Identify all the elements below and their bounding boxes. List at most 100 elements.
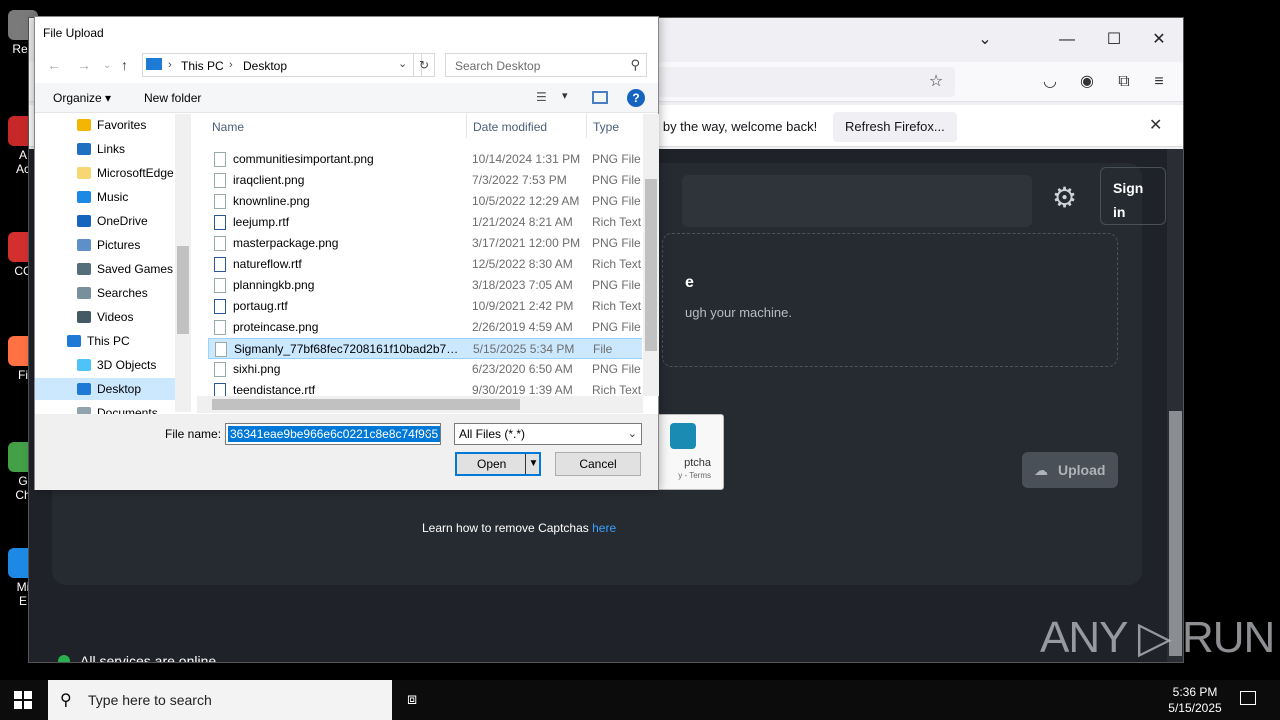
navigation-scroll-thumb[interactable] [177,246,189,334]
status-indicator: All services are online [58,653,217,663]
minimize-button[interactable]: — [1057,30,1077,50]
preview-pane-icon[interactable] [592,91,608,104]
status-text: All services are online [80,653,217,663]
nav-item[interactable]: Pictures [35,234,175,256]
page-scrollbar[interactable] [1167,149,1183,662]
column-divider[interactable] [466,114,467,138]
chevron-right-icon[interactable]: › [229,59,233,71]
file-name-input[interactable]: 36341eae9be966e6c0221c8e8c74f965 [225,423,441,445]
taskbar-search-placeholder: Type here to search [88,692,212,708]
file-row[interactable]: Sigmanly_77bf68fec7208161f10bad2b714... 5… [208,338,642,359]
file-row[interactable]: natureflow.rtf 12/5/2022 8:30 AM Rich Text [208,254,642,275]
nav-item[interactable]: Documents [35,402,175,414]
new-folder-button[interactable]: New folder [144,91,201,105]
captcha-help-label: Learn how to remove Captchas [422,521,593,535]
file-row[interactable]: masterpackage.png 3/17/2021 12:00 PM PNG F… [208,233,642,254]
bookmark-star-icon[interactable]: ☆ [925,71,947,93]
chevron-down-icon[interactable]: ⌄ [398,57,407,70]
tab-list-icon[interactable]: ⌄ [975,30,995,50]
upload-button[interactable]: ☁ Upload [1022,452,1118,488]
drop-zone[interactable]: e ugh your machine. [662,233,1118,367]
file-row[interactable]: leejump.rtf 1/21/2024 8:21 AM Rich Text [208,212,642,233]
gear-icon[interactable]: ⚙ [1052,181,1077,214]
pocket-icon[interactable]: ◡ [1039,71,1061,93]
chevron-right-icon[interactable]: › [168,59,172,71]
nav-item[interactable]: Favorites [35,114,175,136]
refresh-firefox-button[interactable]: Refresh Firefox... [833,112,957,142]
captcha-help-text: Learn how to remove Captchas here [422,521,616,535]
column-header-name[interactable]: Name [212,120,244,134]
close-window-button[interactable]: ✕ [1149,30,1169,50]
close-icon[interactable]: ✕ [1149,115,1162,135]
search-input[interactable]: Search Desktop ⚲ [445,53,647,77]
file-list-hscroll-thumb[interactable] [212,399,520,410]
extensions-icon[interactable]: ⧉ [1113,71,1135,93]
file-row[interactable]: communitiesimportant.png 10/14/2024 1:31 … [208,149,642,170]
file-icon [215,342,227,357]
nav-item[interactable]: Videos [35,306,175,328]
nav-item-label: Videos [97,310,134,324]
nav-item[interactable]: Music [35,186,175,208]
nav-item[interactable]: Saved Games [35,258,175,280]
nav-item[interactable]: OneDrive [35,210,175,232]
file-icon [214,152,226,167]
file-row[interactable]: iraqclient.png 7/3/2022 7:53 PM PNG File [208,170,642,191]
file-list-vscrollbar[interactable] [643,114,659,396]
notification-center-icon[interactable] [1240,691,1256,705]
file-row[interactable]: sixhi.png 6/23/2020 6:50 AM PNG File [208,359,642,380]
file-type-value: All Files (*.*) [459,427,526,441]
system-clock[interactable]: 5:36 PM 5/15/2025 [1160,684,1230,716]
task-view-icon[interactable]: ⧈ [407,691,417,709]
open-button[interactable]: Open ▼ [455,452,541,476]
maximize-button[interactable]: ☐ [1104,30,1124,50]
windows-start-icon[interactable] [14,691,32,709]
nav-item[interactable]: Searches [35,282,175,304]
refresh-icon[interactable]: ↻ [413,53,435,77]
folder-icon [77,167,91,179]
chevron-down-icon[interactable]: ▾ [562,89,568,102]
cancel-button[interactable]: Cancel [555,452,641,476]
navigation-scrollbar[interactable] [175,114,191,412]
organize-button[interactable]: Organize ▾ [53,91,111,105]
file-row[interactable]: portaug.rtf 10/9/2021 2:42 PM Rich Text [208,296,642,317]
file-row[interactable]: planningkb.png 3/18/2023 7:05 AM PNG File [208,275,642,296]
nav-item[interactable]: MicrosoftEdge [35,162,175,184]
forward-arrow-icon[interactable]: → [77,57,91,73]
folder-icon [77,119,91,131]
address-bar[interactable]: › This PC › Desktop ⌄ [142,53,422,77]
drop-zone-title: e [685,274,694,291]
captcha-help-link[interactable]: here [592,521,616,535]
file-row[interactable]: knownline.png 10/5/2022 12:29 AM PNG File [208,191,642,212]
nav-item[interactable]: Desktop [35,378,175,400]
this-pc-icon [146,58,162,70]
column-header-date[interactable]: Date modified [473,120,547,134]
view-options-icon[interactable]: ☰ [536,90,547,104]
menu-icon[interactable]: ≡ [1148,71,1170,93]
back-arrow-icon[interactable]: ← [47,57,61,73]
nav-item[interactable]: Links [35,138,175,160]
site-search-field[interactable] [682,175,1032,227]
chevron-down-icon[interactable]: ⌄ [423,425,432,438]
recent-locations-icon[interactable]: ⌄ [103,60,111,71]
breadcrumb-this-pc[interactable]: This PC [181,59,224,73]
folder-icon [77,383,91,395]
sign-in-button[interactable]: Sign in [1100,167,1166,225]
column-header-type[interactable]: Type [593,120,619,134]
open-dropdown-icon[interactable]: ▼ [525,454,541,474]
file-row[interactable]: proteincase.png 2/26/2019 4:59 AM PNG File [208,317,642,338]
file-list-hscrollbar[interactable] [197,396,643,413]
file-list-vscroll-thumb[interactable] [645,179,657,351]
nav-item-label: Documents [97,406,158,414]
account-icon[interactable]: ◉ [1076,71,1098,93]
column-divider[interactable] [586,114,587,138]
file-type-select[interactable]: All Files (*.*) ⌄ [454,423,642,445]
breadcrumb-desktop[interactable]: Desktop [243,59,287,73]
taskbar-search-box[interactable]: ⚲ Type here to search [48,680,392,720]
nav-item[interactable]: This PC [35,330,175,352]
file-type: PNG File [592,362,641,376]
nav-item[interactable]: 3D Objects [35,354,175,376]
folder-icon [77,263,91,275]
search-placeholder: Search Desktop [455,59,541,73]
help-icon[interactable]: ? [627,89,645,107]
up-arrow-icon[interactable]: ↑ [121,57,128,73]
